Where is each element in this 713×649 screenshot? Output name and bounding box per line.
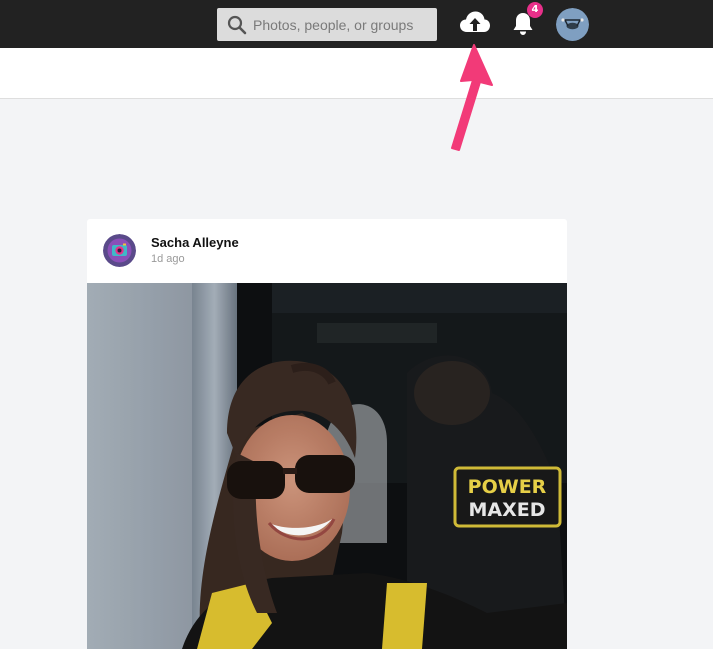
author-avatar-image [103, 234, 136, 267]
user-avatar[interactable] [556, 8, 589, 41]
post-photo[interactable]: POWER MAXED [87, 283, 567, 649]
photo-image: POWER MAXED [87, 283, 567, 649]
post-card: Sacha Alleyne 1d ago POWER MAXED [87, 219, 567, 649]
avatar-image [556, 8, 589, 41]
search-input[interactable] [253, 8, 431, 41]
notification-badge[interactable]: 4 [527, 2, 543, 18]
upload-icon[interactable] [459, 10, 491, 36]
post-author-name[interactable]: Sacha Alleyne [151, 235, 239, 250]
secondary-bar [0, 48, 713, 99]
post-timestamp: 1d ago [151, 253, 185, 265]
top-navigation-bar: 4 [0, 0, 713, 48]
post-author-avatar[interactable] [103, 234, 136, 267]
arrow-annotation [451, 44, 493, 151]
search-box[interactable] [217, 8, 437, 41]
search-icon [227, 15, 247, 35]
